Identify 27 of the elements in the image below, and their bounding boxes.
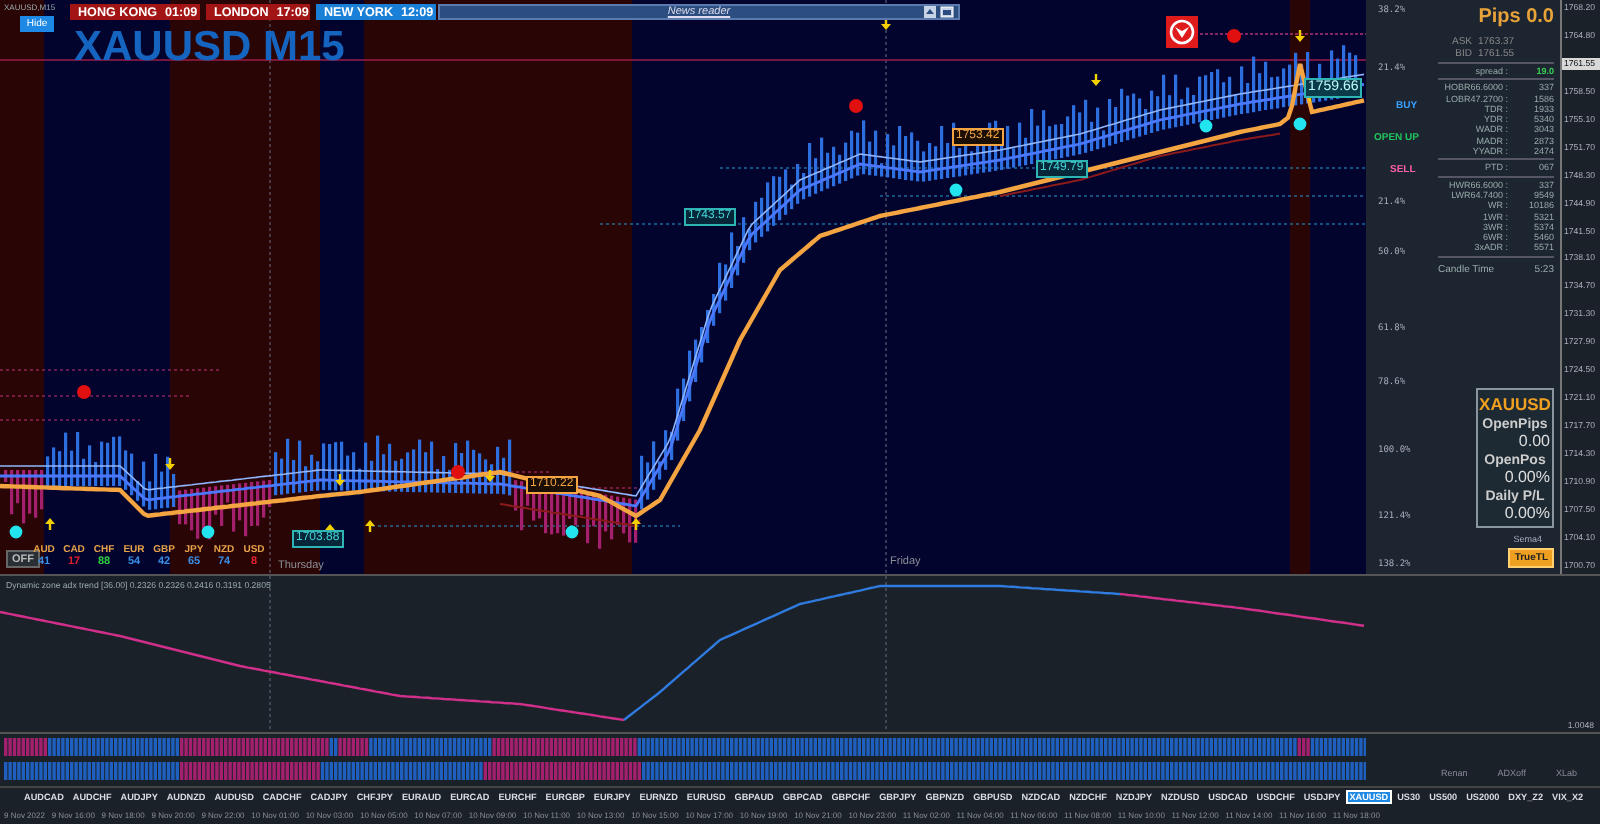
position-value: 0.00 xyxy=(1518,432,1550,450)
down-arrow-marker xyxy=(1091,74,1101,86)
signal-dot xyxy=(1199,119,1213,133)
logo-icon xyxy=(1166,16,1198,48)
down-arrow-marker xyxy=(485,470,495,482)
down-arrow-marker xyxy=(1295,30,1305,42)
pips-readout: Pips 0.0 xyxy=(1478,6,1554,28)
signal-dot xyxy=(849,99,863,113)
chart-title: XAUUSD M15 xyxy=(74,24,345,72)
signal-dot xyxy=(1293,117,1307,131)
signal-dot xyxy=(1227,29,1241,43)
down-arrow-marker xyxy=(165,458,175,470)
position-value: 0.00% xyxy=(1504,468,1550,486)
window-icon[interactable] xyxy=(940,6,954,18)
signal-dot xyxy=(565,525,579,539)
up-arrow-marker xyxy=(631,518,641,530)
signal-dot xyxy=(949,183,963,197)
signal-dot xyxy=(9,525,23,539)
signal-dot xyxy=(77,385,91,399)
signal-dot xyxy=(451,465,465,479)
caret-up-icon[interactable] xyxy=(924,6,936,18)
position-symbol: XAUUSD xyxy=(1479,394,1551,414)
up-arrow-marker xyxy=(365,520,375,532)
down-arrow-marker xyxy=(335,474,345,486)
up-arrow-marker xyxy=(45,518,55,530)
position-value: 0.00% xyxy=(1504,504,1550,522)
signal-dot xyxy=(201,525,215,539)
